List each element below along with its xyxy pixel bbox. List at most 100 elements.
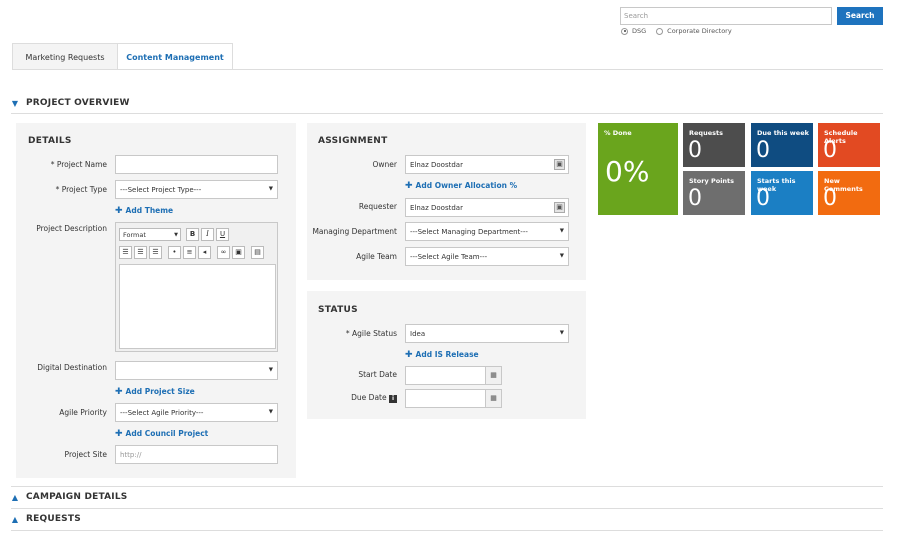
add-council-project-label: Add Council Project bbox=[125, 429, 209, 438]
tile-label: Requests bbox=[689, 129, 723, 137]
tile-schedule-alerts[interactable]: Schedule Alerts 0 bbox=[818, 123, 880, 167]
project-description-label: Project Description bbox=[36, 224, 107, 233]
tile-new-comments[interactable]: New Comments 0 bbox=[818, 171, 880, 215]
divider bbox=[11, 486, 883, 487]
agile-priority-select[interactable]: ---Select Agile Priority--- bbox=[115, 403, 278, 422]
tab-marketing-requests[interactable]: Marketing Requests bbox=[12, 43, 118, 70]
align-right-icon[interactable]: ☰ bbox=[149, 246, 162, 259]
start-date-input[interactable]: ▦ bbox=[405, 366, 502, 385]
outdent-icon[interactable]: ◂ bbox=[198, 246, 211, 259]
agile-status-select[interactable]: Idea bbox=[405, 324, 569, 343]
search-scope: DSG Corporate Directory bbox=[621, 27, 742, 35]
add-project-size-label: Add Project Size bbox=[125, 387, 195, 396]
section-campaign-details[interactable]: ▲ CAMPAIGN DETAILS bbox=[11, 492, 127, 502]
start-date-label: Start Date bbox=[358, 370, 397, 379]
project-type-value: ---Select Project Type--- bbox=[120, 186, 202, 194]
tab-bar: Marketing Requests Content Management bbox=[12, 43, 233, 70]
align-center-icon[interactable]: ☰ bbox=[134, 246, 147, 259]
project-type-select[interactable]: ---Select Project Type--- bbox=[115, 180, 278, 199]
plus-icon: ✚ bbox=[115, 429, 123, 439]
rich-text-editor: Format B I U ☰ ☰ ☰ • ≡ ◂ ∞ ▣ ▤ bbox=[115, 222, 278, 352]
agile-priority-value: ---Select Agile Priority--- bbox=[120, 409, 204, 417]
managing-department-select[interactable]: ---Select Managing Department--- bbox=[405, 222, 569, 241]
tile-story-points[interactable]: Story Points 0 bbox=[683, 171, 745, 215]
requester-value: Elnaz Doostdar bbox=[410, 204, 463, 212]
search-button[interactable]: Search bbox=[837, 7, 883, 25]
section-title: CAMPAIGN DETAILS bbox=[26, 492, 128, 502]
project-site-label: Project Site bbox=[64, 450, 107, 459]
agile-team-label: Agile Team bbox=[356, 252, 397, 261]
bold-button[interactable]: B bbox=[186, 228, 199, 241]
tile-value: 0% bbox=[605, 155, 650, 188]
numbered-list-icon[interactable]: ≡ bbox=[183, 246, 196, 259]
project-name-input[interactable] bbox=[115, 155, 278, 174]
tile-percent-done[interactable]: % Done 0% bbox=[598, 123, 678, 215]
section-project-overview[interactable]: ▼ PROJECT OVERVIEW bbox=[11, 98, 130, 108]
source-icon[interactable]: ▤ bbox=[251, 246, 264, 259]
image-icon[interactable]: ▣ bbox=[232, 246, 245, 259]
divider bbox=[11, 530, 883, 531]
requester-field[interactable]: Elnaz Doostdar ▣ bbox=[405, 198, 569, 217]
add-theme-label: Add Theme bbox=[125, 206, 174, 215]
due-date-label: Due Date i bbox=[310, 393, 397, 403]
radio-dsg[interactable] bbox=[621, 27, 628, 35]
assignment-title: ASSIGNMENT bbox=[318, 136, 388, 146]
digital-destination-select[interactable] bbox=[115, 361, 278, 380]
info-icon[interactable]: i bbox=[389, 395, 397, 403]
section-title: REQUESTS bbox=[26, 514, 81, 524]
add-is-release-link[interactable]: ✚ Add IS Release bbox=[405, 350, 479, 360]
add-is-release-label: Add IS Release bbox=[415, 350, 479, 359]
section-requests[interactable]: ▲ REQUESTS bbox=[11, 514, 81, 524]
add-project-size-link[interactable]: ✚ Add Project Size bbox=[115, 387, 195, 397]
calendar-icon[interactable]: ▦ bbox=[485, 367, 501, 384]
format-label: Format bbox=[123, 231, 146, 239]
tile-value: 0 bbox=[688, 186, 702, 211]
underline-button[interactable]: U bbox=[216, 228, 229, 241]
tile-label: Due this week bbox=[757, 129, 809, 137]
link-icon[interactable]: ∞ bbox=[217, 246, 230, 259]
owner-value: Elnaz Doostdar bbox=[410, 161, 463, 169]
tile-starts-this-week[interactable]: Starts this week 0 bbox=[751, 171, 813, 215]
divider bbox=[11, 508, 883, 509]
managing-department-label: Managing Department bbox=[312, 227, 397, 236]
radio-corporate-directory-label: Corporate Directory bbox=[667, 27, 732, 35]
people-picker-icon[interactable]: ▣ bbox=[554, 159, 565, 170]
due-date-text: Due Date bbox=[351, 393, 387, 402]
owner-label: Owner bbox=[372, 160, 398, 169]
calendar-icon[interactable]: ▦ bbox=[485, 390, 501, 407]
people-picker-icon[interactable]: ▣ bbox=[554, 202, 565, 213]
tab-divider bbox=[12, 69, 883, 70]
italic-button[interactable]: I bbox=[201, 228, 214, 241]
due-date-input[interactable]: ▦ bbox=[405, 389, 502, 408]
add-owner-allocation-link[interactable]: ✚ Add Owner Allocation % bbox=[405, 181, 517, 191]
agile-team-select[interactable]: ---Select Agile Team--- bbox=[405, 247, 569, 266]
tile-label: Story Points bbox=[689, 177, 735, 185]
digital-destination-label: Digital Destination bbox=[37, 363, 107, 372]
tile-requests[interactable]: Requests 0 bbox=[683, 123, 745, 167]
project-site-input[interactable]: http:// bbox=[115, 445, 278, 464]
tile-value: 0 bbox=[756, 138, 770, 163]
plus-icon: ✚ bbox=[405, 350, 413, 360]
search-input[interactable]: Search bbox=[620, 7, 832, 25]
align-left-icon[interactable]: ☰ bbox=[119, 246, 132, 259]
add-theme-link[interactable]: ✚ Add Theme bbox=[115, 206, 173, 216]
project-name-label: * Project Name bbox=[50, 160, 107, 169]
tile-value: 0 bbox=[823, 138, 837, 163]
owner-field[interactable]: Elnaz Doostdar ▣ bbox=[405, 155, 569, 174]
agile-team-value: ---Select Agile Team--- bbox=[410, 253, 488, 261]
format-dropdown[interactable]: Format bbox=[119, 228, 181, 241]
details-title: DETAILS bbox=[28, 136, 72, 146]
add-owner-allocation-label: Add Owner Allocation % bbox=[415, 181, 518, 190]
tab-content-management[interactable]: Content Management bbox=[118, 43, 233, 70]
add-council-project-link[interactable]: ✚ Add Council Project bbox=[115, 429, 208, 439]
bullet-list-icon[interactable]: • bbox=[168, 246, 181, 259]
radio-corporate-directory[interactable] bbox=[656, 27, 664, 35]
tile-value: 0 bbox=[823, 186, 837, 211]
editor-content-area[interactable] bbox=[119, 264, 276, 349]
divider bbox=[11, 113, 883, 114]
plus-icon: ✚ bbox=[115, 206, 123, 216]
tile-value: 0 bbox=[756, 186, 770, 211]
agile-status-value: Idea bbox=[410, 330, 426, 338]
tile-due-this-week[interactable]: Due this week 0 bbox=[751, 123, 813, 167]
tile-value: 0 bbox=[688, 138, 702, 163]
